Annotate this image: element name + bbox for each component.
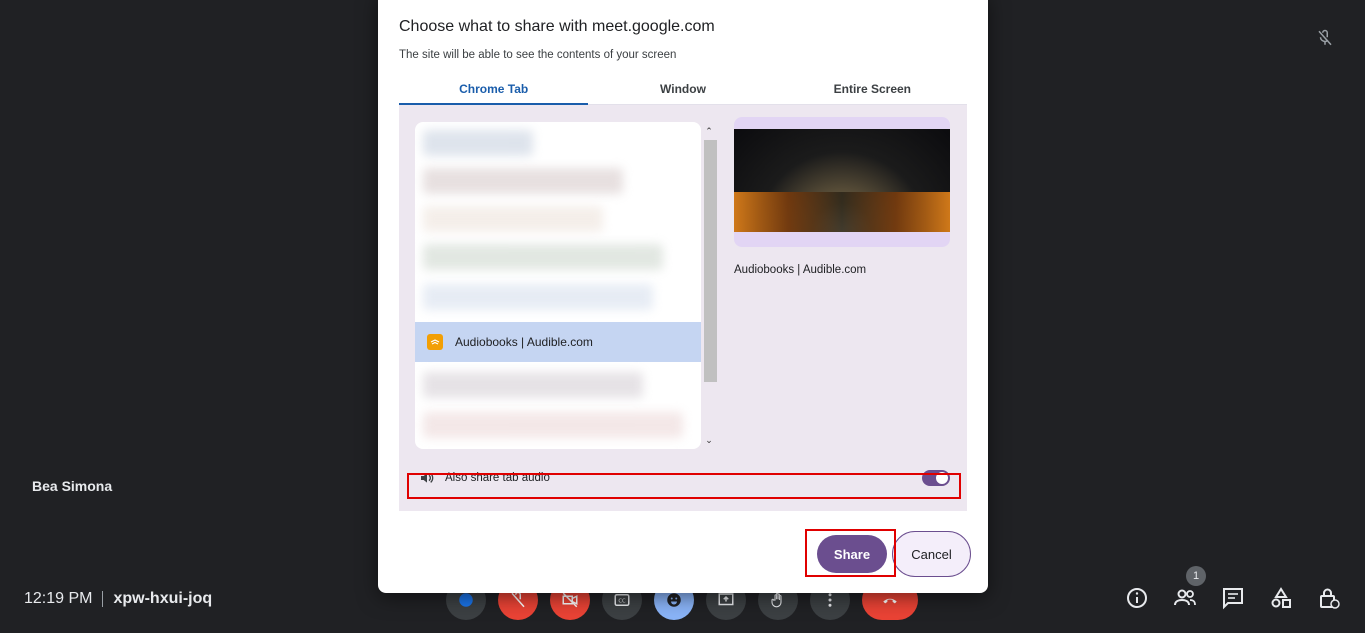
scroll-up-icon[interactable]: ⌃ [704,126,714,136]
more-icon [828,593,832,607]
side-controls [1125,586,1341,610]
blue-dot-icon [459,593,473,607]
audible-icon [427,334,443,350]
share-highlight-box [805,529,896,577]
audio-highlight-box [407,473,961,499]
list-item[interactable] [423,206,603,232]
list-item[interactable] [423,284,653,310]
scroll-thumb[interactable] [704,140,717,382]
mic-off-icon [511,591,525,608]
people-count-badge: 1 [1186,566,1206,586]
list-item[interactable] [423,168,623,194]
tab-picker-panel: Audiobooks | Audible.com ⌃ ⌄ Audiobooks … [399,105,967,511]
meeting-details-button[interactable] [1125,586,1149,610]
activities-button[interactable] [1269,586,1293,610]
preview-image [734,129,950,232]
list-item[interactable] [423,372,643,398]
meeting-code: xpw-hxui-joq [113,590,213,607]
scroll-down-icon[interactable]: ⌄ [704,435,714,445]
emoji-icon [667,593,681,607]
list-item-label: Audiobooks | Audible.com [455,335,593,349]
info-icon [1127,588,1147,608]
share-screen-dialog: Choose what to share with meet.google.co… [378,0,988,593]
host-controls-button[interactable] [1317,586,1341,610]
people-icon [1174,589,1196,606]
tab-chrome-tab[interactable]: Chrome Tab [399,74,589,105]
cancel-button[interactable]: Cancel [892,531,971,577]
present-icon [718,593,734,606]
list-item[interactable] [423,412,683,438]
host-controls-icon [1320,588,1340,609]
chat-button[interactable] [1221,586,1245,610]
svg-text:CC: CC [618,598,626,604]
tab-window[interactable]: Window [588,74,777,104]
tab-preview [734,117,950,247]
list-item[interactable] [423,130,533,156]
raise-hand-icon [771,592,782,608]
list-scrollbar[interactable]: ⌃ ⌄ [701,122,717,449]
tab-list: Audiobooks | Audible.com [415,122,701,449]
preview-caption: Audiobooks | Audible.com [734,264,867,276]
list-item[interactable] [423,244,663,270]
camera-off-icon [562,592,578,608]
participant-name: Bea Simona [32,478,113,494]
share-tabs: Chrome Tab Window Entire Screen [399,74,967,105]
tab-entire-screen[interactable]: Entire Screen [778,74,967,104]
people-button[interactable] [1173,586,1197,610]
clock-time: 12:19 PM [24,590,93,607]
divider [102,591,104,607]
activities-icon [1271,587,1291,608]
dialog-title: Choose what to share with meet.google.co… [399,18,715,35]
captions-icon: CC [614,594,630,606]
list-item-selected[interactable]: Audiobooks | Audible.com [415,322,701,362]
hangup-icon [883,598,897,604]
dialog-subtitle: The site will be able to see the content… [399,49,677,61]
mic-off-icon [1318,29,1332,46]
meeting-info: 12:19 PM xpw-hxui-joq [24,590,212,608]
chat-icon [1223,588,1243,610]
